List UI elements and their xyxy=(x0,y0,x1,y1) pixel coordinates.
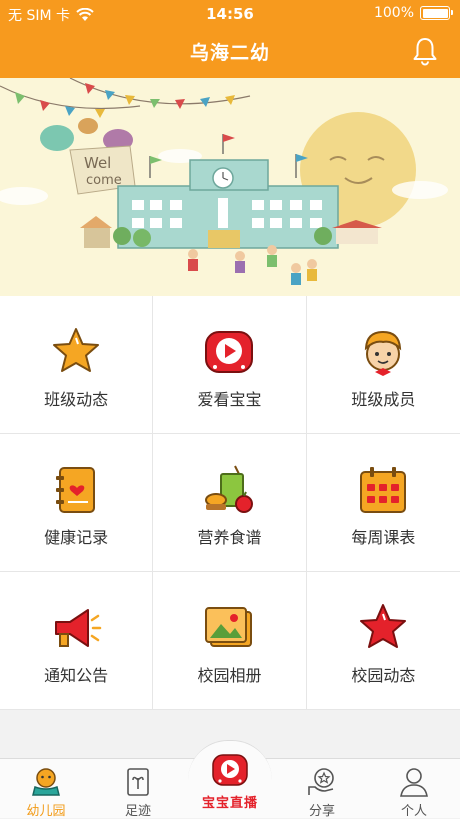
share-icon xyxy=(308,768,334,795)
grid-item-health-record[interactable]: 健康记录 xyxy=(0,434,154,572)
bell-icon[interactable] xyxy=(410,36,440,66)
grid-item-watch-baby[interactable]: 爱看宝宝 xyxy=(153,296,307,434)
child-face-icon xyxy=(365,330,402,376)
grid-item-label: 健康记录 xyxy=(44,528,109,547)
tab-profile[interactable]: 个人 xyxy=(368,759,460,819)
welcome-sign-line1: Wel xyxy=(84,154,111,172)
photo-album-icon xyxy=(205,607,253,647)
welcome-sign-line2: come xyxy=(86,173,122,188)
grid-item-label: 班级动态 xyxy=(44,390,109,409)
calendar-icon xyxy=(360,467,407,513)
feature-grid: 班级动态 爱看宝宝 班级成员 健康记录 营养食谱 每周课表 通知公告 校园相册 … xyxy=(0,296,460,710)
star-icon xyxy=(53,328,100,372)
live-tv-icon xyxy=(212,754,248,786)
battery-icon xyxy=(420,6,453,20)
footprint-icon xyxy=(127,768,149,796)
grid-item-campus-news[interactable]: 校园动态 xyxy=(306,572,460,710)
tab-share[interactable]: 分享 xyxy=(276,759,368,819)
status-bar: 无 SIM 卡 14:56 100% xyxy=(0,3,460,25)
tab-kindergarten[interactable]: 幼儿园 xyxy=(0,759,92,819)
kindergarten-illustration: Wel come xyxy=(0,78,460,296)
grid-item-label: 营养食谱 xyxy=(197,528,262,547)
welcome-banner[interactable]: Wel come xyxy=(0,78,460,296)
grid-item-label: 班级成员 xyxy=(351,390,416,409)
tab-label: 足迹 xyxy=(124,804,151,819)
grid-item-class-members[interactable]: 班级成员 xyxy=(306,296,460,434)
tab-baby-live[interactable]: 宝宝直播 xyxy=(184,740,276,818)
grid-item-class-news[interactable]: 班级动态 xyxy=(0,296,154,434)
food-icon xyxy=(205,465,254,513)
grid-item-label: 爱看宝宝 xyxy=(197,390,262,409)
grid-item-label: 校园动态 xyxy=(351,666,416,685)
tab-label: 个人 xyxy=(400,804,427,819)
megaphone-icon xyxy=(55,609,102,647)
tab-label: 幼儿园 xyxy=(26,804,66,819)
health-notebook-icon xyxy=(56,467,96,513)
grid-item-nutrition-menu[interactable]: 营养食谱 xyxy=(153,434,307,572)
battery-percent: 100% xyxy=(373,5,414,21)
grid-item-campus-album[interactable]: 校园相册 xyxy=(153,572,307,710)
tab-label: 分享 xyxy=(308,804,335,819)
kindergarten-icon xyxy=(32,768,60,796)
page-title: 乌海二幼 xyxy=(189,42,270,64)
tab-label: 宝宝直播 xyxy=(201,796,258,811)
video-play-icon xyxy=(205,331,254,373)
grid-item-weekly-schedule[interactable]: 每周课表 xyxy=(306,434,460,572)
grid-item-notice[interactable]: 通知公告 xyxy=(0,572,154,710)
person-icon xyxy=(400,768,428,797)
grid-item-label: 每周课表 xyxy=(351,528,416,547)
grid-item-label: 通知公告 xyxy=(44,666,109,685)
top-bar: 无 SIM 卡 14:56 100% 乌海二幼 xyxy=(0,0,460,78)
grid-item-label: 校园相册 xyxy=(197,666,262,685)
red-star-icon xyxy=(360,604,407,648)
tab-footprint[interactable]: 足迹 xyxy=(92,759,184,819)
